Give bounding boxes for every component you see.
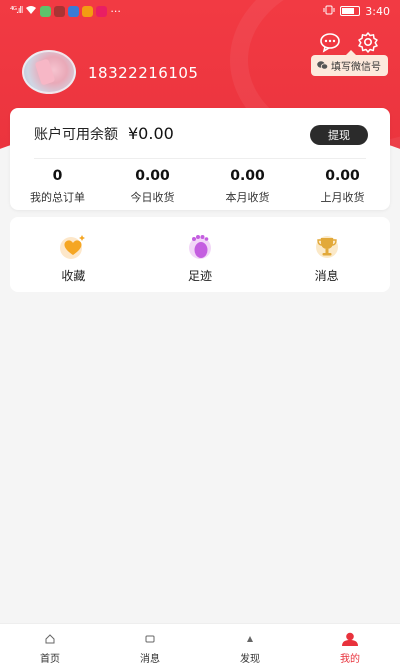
shortcut-favorites[interactable]: 收藏: [10, 217, 137, 292]
withdraw-button[interactable]: 提现: [310, 125, 368, 145]
footprint-icon: [184, 231, 216, 261]
vibrate-icon: [323, 5, 335, 18]
stat-label: 今日收货: [130, 191, 175, 204]
stat-value: 0.00: [230, 168, 265, 184]
shortcut-footprints[interactable]: 足迹: [137, 217, 264, 292]
stat-label: 我的总订单: [30, 191, 85, 204]
balance-row: 账户可用余额 ¥0.00: [34, 124, 174, 144]
stat-label: 本月收货: [225, 191, 270, 204]
stat-label: 上月收货: [320, 191, 365, 204]
status-left: ⁴ᴳ.ıll ···: [10, 5, 121, 18]
app-notification-icon: [40, 5, 52, 17]
shortcut-label: 收藏: [61, 269, 86, 283]
shortcut-label: 消息: [314, 269, 339, 283]
nav-label: 我的: [340, 654, 360, 665]
home-icon: [41, 632, 59, 646]
settings-button[interactable]: [356, 30, 380, 54]
shortcut-card: 收藏 足迹 消息: [10, 217, 390, 292]
discover-icon: [241, 632, 259, 646]
battery-icon: [340, 6, 361, 16]
avatar[interactable]: [22, 50, 76, 94]
message-icon: [141, 632, 159, 646]
chat-button[interactable]: [318, 30, 342, 54]
avatar-image: [34, 58, 56, 86]
card-divider: [34, 158, 366, 159]
bottom-navigation: 首页 消息 发现 我的: [0, 623, 400, 666]
stat-month-received[interactable]: 0.00 本月收货: [200, 166, 295, 205]
app-notification-icon: [54, 5, 66, 17]
balance-label: 账户可用余额: [34, 127, 118, 143]
signal-indicator: ⁴ᴳ.ıll: [10, 6, 23, 16]
user-phone-number: 18322216105: [88, 64, 199, 82]
app-notification-icon: [82, 5, 94, 17]
nav-label: 消息: [140, 654, 160, 665]
account-card: 账户可用余额 ¥0.00 提现 0 我的总订单 0.00 今日收货 0.00 本…: [10, 108, 390, 210]
nav-label: 首页: [40, 654, 60, 665]
wifi-icon: [25, 5, 37, 18]
app-notification-icon: [68, 5, 80, 17]
status-bar: ⁴ᴳ.ıll ··· 3:40: [0, 0, 400, 22]
gear-icon: [358, 32, 378, 53]
nav-item-home[interactable]: 首页: [0, 624, 100, 666]
trophy-icon: [311, 231, 343, 261]
stat-value: 0: [52, 168, 63, 184]
heart-icon: [57, 231, 89, 261]
shortcut-label: 足迹: [188, 269, 213, 283]
stat-value: 0.00: [135, 168, 170, 184]
nav-item-discover[interactable]: 发现: [200, 624, 300, 666]
stat-total-orders[interactable]: 0 我的总订单: [10, 166, 105, 205]
status-right: 3:40: [323, 5, 390, 18]
wechat-tip-text: 填写微信号: [331, 62, 381, 73]
chat-bubble-icon: [320, 33, 340, 53]
app-notification-icon: [96, 5, 108, 17]
wechat-id-tip[interactable]: 填写微信号: [311, 50, 388, 76]
nav-label: 发现: [240, 654, 260, 665]
status-time: 3:40: [365, 4, 390, 18]
balance-value: ¥0.00: [128, 124, 174, 143]
stat-value: 0.00: [325, 168, 360, 184]
nav-item-mine[interactable]: 我的: [300, 624, 400, 666]
nav-item-messages[interactable]: 消息: [100, 624, 200, 666]
shortcut-messages[interactable]: 消息: [263, 217, 390, 292]
more-notifications: ···: [110, 4, 121, 18]
stat-today-received[interactable]: 0.00 今日收货: [105, 166, 200, 205]
stat-last-month-received[interactable]: 0.00 上月收货: [295, 166, 390, 205]
user-icon: [341, 632, 359, 646]
wechat-icon: [317, 61, 328, 70]
order-stats: 0 我的总订单 0.00 今日收货 0.00 本月收货 0.00 上月收货: [10, 166, 390, 205]
